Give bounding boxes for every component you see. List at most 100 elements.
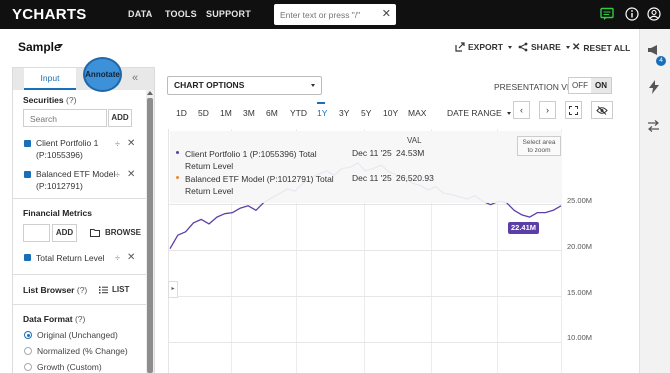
chevron-down-icon — [507, 45, 512, 49]
toggle-off[interactable]: OFF — [569, 78, 591, 93]
format-normalized-radio[interactable] — [24, 347, 32, 355]
chat-icon[interactable] — [600, 7, 614, 21]
legend-series-1-value: 24.53M — [396, 148, 425, 158]
chart-options-label: CHART OPTIONS — [174, 80, 245, 90]
security-1-name: Client Portfolio 1 — [36, 138, 99, 148]
zoom-hint: Select area to zoom — [517, 136, 561, 156]
format-growth-radio[interactable] — [24, 363, 32, 371]
legend-series-2-date: Dec 11 '25 — [352, 173, 392, 183]
add-metric-button[interactable]: ADD — [52, 224, 77, 242]
date-range-dropdown[interactable]: DATE RANGE — [447, 108, 511, 118]
legend-series-2-line2: Return Level — [185, 186, 234, 196]
security-2-checkbox[interactable] — [24, 171, 31, 178]
expand-handle[interactable]: ▸ — [168, 281, 178, 298]
security-1-id: (P:1055396) — [36, 150, 83, 160]
list-label: LIST — [112, 285, 130, 294]
format-growth-label: Growth (Custom) — [37, 362, 102, 372]
divider — [13, 274, 146, 275]
nav-data[interactable]: DATA — [128, 9, 152, 19]
divider — [13, 198, 146, 199]
tab-annotate[interactable]: Annotate — [83, 57, 122, 92]
browse-metrics-button[interactable]: BROWSE — [90, 228, 141, 237]
toggle-on[interactable]: ON — [591, 78, 611, 93]
range-6m[interactable]: 6M — [266, 108, 278, 118]
zoom-hint-line1: Select area — [522, 139, 556, 146]
hide-toggle-button[interactable] — [591, 101, 613, 119]
megaphone-icon[interactable] — [647, 44, 661, 56]
reset-all-label: RESET ALL — [583, 42, 631, 53]
global-search[interactable]: ✕ — [274, 4, 396, 25]
help-icon[interactable]: (?) — [77, 285, 87, 295]
chart-options-dropdown[interactable]: CHART OPTIONS — [167, 76, 322, 95]
help-icon[interactable]: (?) — [75, 314, 85, 324]
chevron-down-icon — [565, 45, 570, 49]
range-10y[interactable]: 10Y — [383, 108, 398, 118]
info-icon[interactable] — [625, 7, 639, 21]
tab-input[interactable]: Input — [24, 68, 76, 90]
drag-handle-icon[interactable]: ÷ — [115, 139, 120, 149]
help-icon[interactable]: (?) — [66, 95, 76, 105]
scrollbar-thumb[interactable] — [147, 98, 153, 373]
next-period-button[interactable]: › — [539, 101, 556, 119]
security-1-checkbox[interactable] — [24, 140, 31, 147]
remove-security-1-icon[interactable]: ✕ — [127, 138, 135, 149]
range-3m[interactable]: 3M — [243, 108, 255, 118]
remove-security-2-icon[interactable]: ✕ — [127, 169, 135, 180]
securities-search[interactable] — [23, 109, 107, 127]
series-last-value-badge: 22.41M — [508, 222, 539, 234]
range-1y[interactable]: 1Y — [317, 108, 327, 118]
legend-series-2-value: 26,520.93 — [396, 173, 434, 183]
global-search-input[interactable] — [280, 7, 376, 22]
previous-period-button[interactable]: ‹ — [513, 101, 530, 119]
list-browser-heading: List Browser (?) — [23, 285, 87, 295]
y-tick-label: 25.00M — [567, 196, 593, 205]
metric-label: Total Return Level — [36, 253, 105, 263]
nav-tools[interactable]: TOOLS — [165, 9, 197, 19]
drag-handle-icon[interactable]: ÷ — [115, 170, 120, 180]
zoom-hint-line2: to zoom — [527, 147, 551, 154]
list-button[interactable]: LIST — [99, 285, 129, 294]
metric-checkbox[interactable] — [24, 254, 31, 261]
notification-badge: 4 — [656, 56, 666, 66]
page-title[interactable]: Sample — [18, 40, 61, 54]
ycharts-logo[interactable]: YCHARTS — [12, 6, 87, 23]
title-chevron-down-icon[interactable] — [57, 44, 63, 48]
securities-label: Securities — [23, 95, 64, 105]
securities-search-input[interactable] — [30, 113, 102, 124]
security-1-label: Client Portfolio 1 (P:1055396) — [36, 137, 98, 161]
browse-label: BROWSE — [105, 228, 141, 237]
transfer-icon[interactable] — [647, 120, 660, 132]
range-5d[interactable]: 5D — [198, 108, 209, 118]
account-icon[interactable] — [647, 7, 661, 21]
eye-slash-icon — [596, 106, 608, 115]
reset-all-button[interactable]: ✕ RESET ALL — [572, 42, 630, 53]
format-normalized-label: Normalized (% Change) — [37, 346, 128, 356]
security-2-label: Balanced ETF Model (P:1012791) — [36, 168, 115, 192]
range-max[interactable]: MAX — [408, 108, 426, 118]
securities-heading: Securities (?) — [23, 95, 76, 105]
drag-handle-icon[interactable]: ÷ — [115, 253, 120, 263]
fullscreen-button[interactable] — [565, 101, 582, 119]
nav-support[interactable]: SUPPORT — [206, 9, 251, 19]
legend-series-1-date: Dec 11 '25 — [352, 148, 392, 158]
scroll-up-icon[interactable] — [147, 91, 153, 95]
range-5y[interactable]: 5Y — [361, 108, 371, 118]
legend-dot-balanced-etf — [176, 176, 179, 179]
remove-metric-icon[interactable]: ✕ — [127, 252, 135, 263]
clear-search-icon[interactable]: ✕ — [382, 8, 391, 20]
folder-icon — [90, 229, 100, 237]
range-3y[interactable]: 3Y — [339, 108, 349, 118]
collapse-panel-button[interactable]: « — [132, 72, 138, 84]
export-label: EXPORT — [468, 42, 503, 52]
export-button[interactable]: EXPORT — [455, 42, 512, 52]
range-ytd[interactable]: YTD — [290, 108, 307, 118]
range-1m[interactable]: 1M — [220, 108, 232, 118]
divider — [13, 304, 146, 305]
expand-icon — [569, 106, 578, 115]
range-1d[interactable]: 1D — [176, 108, 187, 118]
share-button[interactable]: SHARE — [518, 42, 570, 52]
add-security-button[interactable]: ADD — [108, 109, 132, 127]
format-original-radio[interactable] — [24, 331, 32, 339]
metric-input[interactable] — [23, 224, 50, 242]
lightning-icon[interactable] — [648, 80, 660, 94]
